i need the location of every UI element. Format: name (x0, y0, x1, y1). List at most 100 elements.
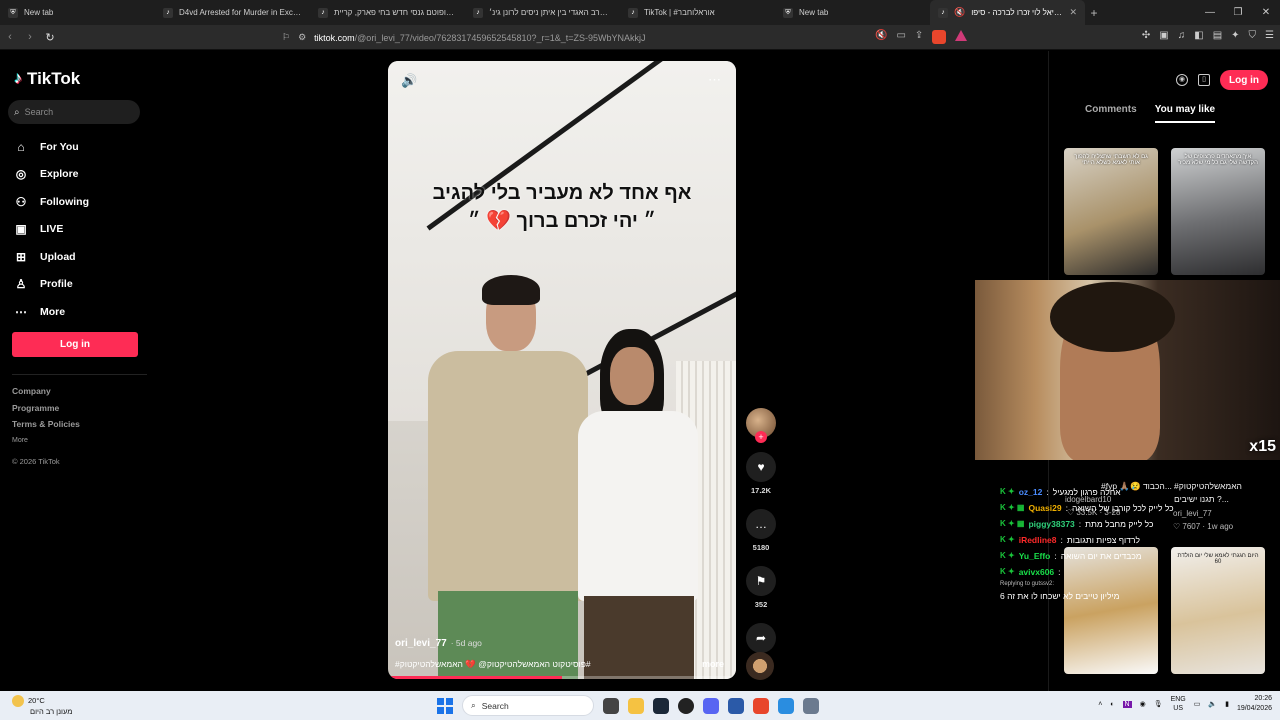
mute-icon[interactable]: 🔇 (875, 30, 887, 44)
author-avatar[interactable]: + (746, 408, 776, 443)
tiktok-logo[interactable]: ♪ TikTok (14, 69, 80, 89)
address-bar[interactable]: ⚐ ⚙ tiktok.com/@ori_levi_77/video/762831… (282, 28, 972, 47)
footer-link-programme[interactable]: Programme (12, 400, 80, 417)
browser-tab[interactable]: ♪ D4vd Arrested for Murder in Exclusive (155, 0, 310, 25)
extensions-icon[interactable]: ✣ (1142, 30, 1150, 41)
file-explorer-icon[interactable] (628, 697, 644, 714)
menu-icon[interactable]: ☰ (1265, 30, 1274, 41)
tray-app-icon[interactable]: ◉ (1140, 700, 1146, 708)
browser-tab[interactable]: ♪ היפופוטם גנסי חדש בחי פארק, קריית (310, 0, 465, 25)
weather-widget[interactable]: 20°C מעונן רב היום (12, 695, 72, 717)
footer-link-company[interactable]: Company (12, 383, 80, 400)
recommended-video-thumbnail[interactable]: גם לא חשבתי שתצליח להפוך אותי לאמא כשלא … (1064, 148, 1158, 275)
bookmark-icon[interactable]: ⚑ (746, 566, 776, 596)
footer-link-terms[interactable]: Terms & Policies (12, 416, 80, 433)
sidebar-icon[interactable]: ◧ (1194, 30, 1203, 41)
video-progress-bar[interactable] (388, 676, 736, 679)
minimize-icon[interactable]: — (1196, 7, 1224, 18)
battery-icon[interactable]: ▮ (1225, 700, 1229, 708)
brave-shield-icon[interactable] (932, 30, 947, 44)
nav-for-you[interactable]: ⌂ For You (14, 133, 89, 161)
login-button[interactable]: Log in (12, 332, 138, 357)
discord-icon[interactable] (703, 697, 719, 714)
nav-explore[interactable]: ◎ Explore (14, 161, 89, 189)
comment-icon[interactable]: … (746, 509, 776, 539)
close-icon[interactable]: ✕ (1069, 7, 1077, 18)
address-actions: 🔇 ▭ ⇪ (875, 30, 968, 44)
display-icon[interactable]: ▭ (1194, 700, 1201, 708)
share-icon[interactable]: ➦ (746, 623, 776, 653)
save-action[interactable]: ⚑ 352 (744, 566, 778, 609)
browser-tab[interactable]: ⛨ New tab (0, 0, 155, 25)
nav-upload[interactable]: ⊞ Upload (14, 243, 89, 271)
music-disc-icon[interactable] (746, 652, 774, 680)
wallet-icon[interactable]: ▤ (1213, 30, 1222, 41)
device-icon[interactable]: ▯ (1198, 74, 1210, 86)
vpn-icon[interactable]: ⛉ (1249, 30, 1257, 41)
windows-start-icon[interactable] (437, 697, 453, 714)
forward-icon[interactable]: › (20, 31, 40, 43)
taskbar-search[interactable]: ⌕ Search (462, 695, 594, 716)
header-login-button[interactable]: Log in (1220, 70, 1268, 90)
leo-icon[interactable]: ✦ (1231, 30, 1239, 41)
tray-chevron-icon[interactable]: ˄ (1098, 701, 1102, 708)
nav-more[interactable]: ⋯ More (14, 298, 89, 326)
bookmark-icon[interactable]: ⚐ (282, 32, 290, 43)
share-icon[interactable]: ⇪ (915, 30, 923, 44)
follow-plus-icon[interactable]: + (755, 431, 767, 443)
settings-icon[interactable] (803, 697, 819, 714)
mute-tab-icon[interactable]: 🔇 (954, 7, 965, 18)
author-username[interactable]: ori_levi_77 (395, 638, 447, 649)
close-window-icon[interactable]: ✕ (1252, 7, 1280, 18)
steam-icon[interactable] (653, 697, 669, 714)
post-age: · 5d ago (450, 638, 482, 648)
search-input[interactable]: ⌕ Search (8, 100, 140, 124)
brave-icon[interactable] (753, 697, 769, 714)
more-options-icon[interactable]: ⋯ (708, 72, 722, 88)
comment-action[interactable]: … 5180 (744, 509, 778, 552)
coin-icon[interactable]: ◉ (1176, 74, 1188, 86)
speaker-icon[interactable]: 🔈 (1208, 700, 1217, 708)
url-path: /@ori_levi_77/video/7628317459652545810?… (354, 32, 646, 43)
tab-comments[interactable]: Comments (1085, 104, 1137, 123)
music-icon[interactable]: ♫ (1178, 30, 1186, 41)
volume-icon[interactable]: 🔊 (401, 73, 417, 89)
browser-tab[interactable]: ⛨ New tab (775, 0, 930, 25)
video-player[interactable]: אף אחד לא מעביר בלי להגיב ״ יהי זכרם ברו… (388, 61, 736, 679)
feather-icon[interactable] (778, 697, 794, 714)
maximize-icon[interactable]: ❐ (1224, 7, 1252, 18)
site-settings-icon[interactable]: ⚙ (298, 32, 306, 43)
nav-live[interactable]: ▣ LIVE (14, 216, 89, 244)
tray-app-icon[interactable]: ◐ (1110, 701, 1114, 708)
recommended-video-thumbnail[interactable]: איך מתאחדים פרצופים של הקדשה שלי גם כל מ… (1171, 148, 1265, 275)
nav-profile[interactable]: ♙ Profile (14, 271, 89, 299)
heart-icon[interactable]: ♥ (746, 452, 776, 482)
task-view-icon[interactable] (603, 697, 619, 714)
browser-tab[interactable]: ♪ TikTok | #אוראלוחבר (620, 0, 775, 25)
onenote-icon[interactable]: N (1122, 700, 1132, 708)
cast-icon[interactable]: ▣ (1159, 30, 1168, 41)
clock[interactable]: 20:26 19/04/2026 (1237, 694, 1272, 714)
app-icon[interactable] (728, 697, 744, 714)
app-icon[interactable] (678, 697, 694, 714)
main-nav: ⌂ For You ◎ Explore ⚇ Following ▣ LIVE ⊞ Uplo… (14, 133, 89, 326)
back-icon[interactable]: ‹ (0, 31, 20, 43)
compass-icon: ◎ (15, 167, 27, 182)
profile-icon: ♙ (15, 277, 27, 292)
microphone-icon[interactable]: 🎙 (1154, 700, 1163, 708)
footer-more-link[interactable]: More (12, 433, 80, 450)
streamer-webcam: x15 (975, 280, 1280, 460)
browser-tab-active[interactable]: ♪ 🔇 אוריאל לוי זכרו לברכה - סיפו ✕ (930, 0, 1085, 25)
description-more-link[interactable]: more (702, 659, 724, 669)
brave-rewards-icon[interactable] (955, 30, 968, 41)
browser-tab[interactable]: ♪הקרב האגדי בין איתן ניסים לרונן גינ׳ | (465, 0, 620, 25)
reload-icon[interactable]: ↻ (40, 31, 60, 44)
nav-following[interactable]: ⚇ Following (14, 188, 89, 216)
like-action[interactable]: ♥ 17.2K (744, 452, 778, 495)
screen-icon[interactable]: ▭ (896, 30, 905, 44)
new-tab-button[interactable]: + (1085, 6, 1103, 20)
chat-message: K ✦ oz_12: אחלה פרגון למגעיל (1000, 484, 1200, 500)
stream-chat-overlay: K ✦ oz_12: אחלה פרגון למגעיל K ✦ ▦ Quasi29:… (1000, 484, 1200, 604)
tab-you-may-like[interactable]: You may like (1154, 104, 1216, 123)
language-indicator[interactable]: ENG US (1171, 695, 1186, 713)
